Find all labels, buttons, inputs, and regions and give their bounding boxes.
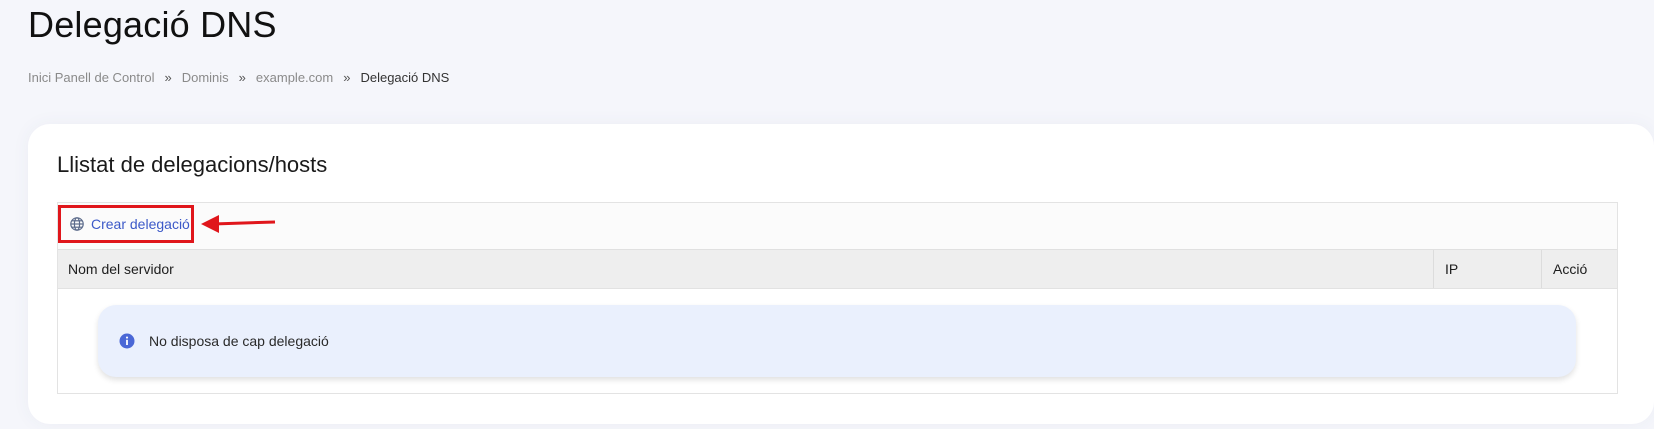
breadcrumb-item-current: Delegació DNS bbox=[360, 70, 450, 85]
breadcrumb-item-home[interactable]: Inici Panell de Control bbox=[28, 70, 154, 85]
empty-state-alert: No disposa de cap delegació bbox=[98, 305, 1576, 377]
create-delegation-button[interactable]: Crear delegació bbox=[58, 205, 194, 243]
globe-icon bbox=[69, 216, 85, 232]
table-header: Nom del servidor IP Acció bbox=[58, 250, 1617, 289]
breadcrumb-separator: » bbox=[343, 70, 351, 85]
page-title: Delegació DNS bbox=[28, 4, 277, 45]
breadcrumb-separator: » bbox=[164, 70, 172, 85]
breadcrumb-item-domains[interactable]: Dominis bbox=[182, 70, 229, 85]
column-header-server-name[interactable]: Nom del servidor bbox=[58, 250, 1434, 288]
delegations-table: Crear delegació Nom del servidor IP Acci… bbox=[57, 202, 1618, 394]
breadcrumb-item-domain[interactable]: example.com bbox=[256, 70, 333, 85]
breadcrumb-separator: » bbox=[238, 70, 246, 85]
column-header-ip[interactable]: IP bbox=[1434, 250, 1542, 288]
card-title: Llistat de delegacions/hosts bbox=[57, 152, 328, 177]
annotation-arrow bbox=[201, 215, 276, 233]
column-header-action: Acció bbox=[1553, 261, 1588, 277]
breadcrumb: Inici Panell de Control » Dominis » exam… bbox=[28, 70, 449, 85]
table-toolbar: Crear delegació bbox=[58, 203, 1617, 250]
delegations-card: Llistat de delegacions/hosts Crear deleg… bbox=[28, 124, 1654, 424]
info-icon bbox=[119, 333, 135, 349]
create-delegation-label: Crear delegació bbox=[91, 216, 190, 232]
empty-state-message: No disposa de cap delegació bbox=[149, 333, 329, 349]
